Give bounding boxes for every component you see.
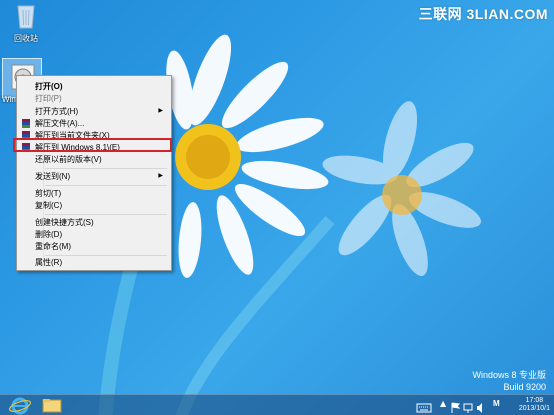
internet-explorer-icon <box>8 397 32 415</box>
volume-icon[interactable] <box>476 399 486 413</box>
winrar-icon <box>22 119 30 128</box>
context-menu: 打开(O) 打印(P) 打开方式(H) ▶ 解压文件(A)... 解压到当前文件… <box>16 75 172 271</box>
folder-icon <box>42 399 62 413</box>
network-icon[interactable] <box>463 399 473 413</box>
menu-item-open-with[interactable]: 打开方式(H) ▶ <box>19 106 167 117</box>
menu-item-open[interactable]: 打开(O) <box>19 81 167 92</box>
clock-time: 17:08 <box>525 397 544 404</box>
os-build: Build 9200 <box>503 382 546 392</box>
menu-separator <box>45 214 167 215</box>
menu-item-label: 还原以前的版本(V) <box>35 155 102 164</box>
menu-item-label: 剪切(T) <box>35 189 62 198</box>
recycle-bin-label: 回收站 <box>14 34 38 43</box>
desktop[interactable]: 三联网 3LIAN.COM 回收站 Windows 8.1 打开(O) 打印(P… <box>0 0 554 415</box>
menu-item-cut[interactable]: 剪切(T) <box>19 188 167 199</box>
menu-item-label: 复制(C) <box>35 201 63 210</box>
internet-explorer-button[interactable] <box>6 396 34 415</box>
submenu-arrow-icon: ▶ <box>158 173 163 179</box>
ime-indicator[interactable]: M <box>493 399 503 411</box>
action-center-flag-icon[interactable] <box>451 399 461 413</box>
menu-separator <box>45 168 167 169</box>
os-edition: Windows 8 专业版 <box>472 370 546 380</box>
menu-item-label: 属性(R) <box>35 258 63 267</box>
menu-item-label: 创建快捷方式(S) <box>35 218 94 227</box>
show-hidden-icons-icon[interactable]: ▲ <box>440 399 448 411</box>
menu-item-create-shortcut[interactable]: 创建快捷方式(S) <box>19 217 167 228</box>
menu-item-restore-previous[interactable]: 还原以前的版本(V) <box>19 154 167 165</box>
site-watermark: 三联网 3LIAN.COM <box>418 6 548 22</box>
menu-item-label: 解压文件(A)... <box>35 119 85 128</box>
menu-item-label: 打开方式(H) <box>35 107 79 116</box>
menu-separator <box>45 255 167 256</box>
menu-separator <box>45 185 167 186</box>
menu-item-label: 重命名(M) <box>35 242 71 251</box>
menu-item-extract-files[interactable]: 解压文件(A)... <box>19 118 167 129</box>
menu-item-label: 删除(D) <box>35 230 63 239</box>
menu-item-label: 打印(P) <box>35 94 62 103</box>
menu-item-label: 打开(O) <box>35 82 63 91</box>
menu-item-label: 发送到(N) <box>35 172 71 181</box>
recycle-bin-icon <box>17 5 35 29</box>
file-explorer-button[interactable] <box>38 396 66 415</box>
menu-item-send-to[interactable]: 发送到(N) ▶ <box>19 171 167 182</box>
annotation-highlight-box <box>13 138 172 152</box>
keyboard-icon[interactable] <box>416 399 432 413</box>
menu-item-copy[interactable]: 复制(C) <box>19 200 167 211</box>
taskbar: ▲ M 17:08 2013/10/1 <box>0 394 554 415</box>
clock-date: 2013/10/1 <box>518 405 550 412</box>
taskbar-clock[interactable]: 17:08 2013/10/1 <box>519 397 550 413</box>
menu-item-print[interactable]: 打印(P) <box>19 93 167 104</box>
menu-item-properties[interactable]: 属性(R) <box>19 257 167 268</box>
os-version-watermark: Windows 8 专业版 Build 9200 <box>472 369 546 393</box>
submenu-arrow-icon: ▶ <box>158 108 163 114</box>
menu-item-rename[interactable]: 重命名(M) <box>19 241 167 252</box>
recycle-bin-desktop-icon[interactable]: 回收站 <box>6 2 46 44</box>
menu-item-delete[interactable]: 删除(D) <box>19 229 167 240</box>
